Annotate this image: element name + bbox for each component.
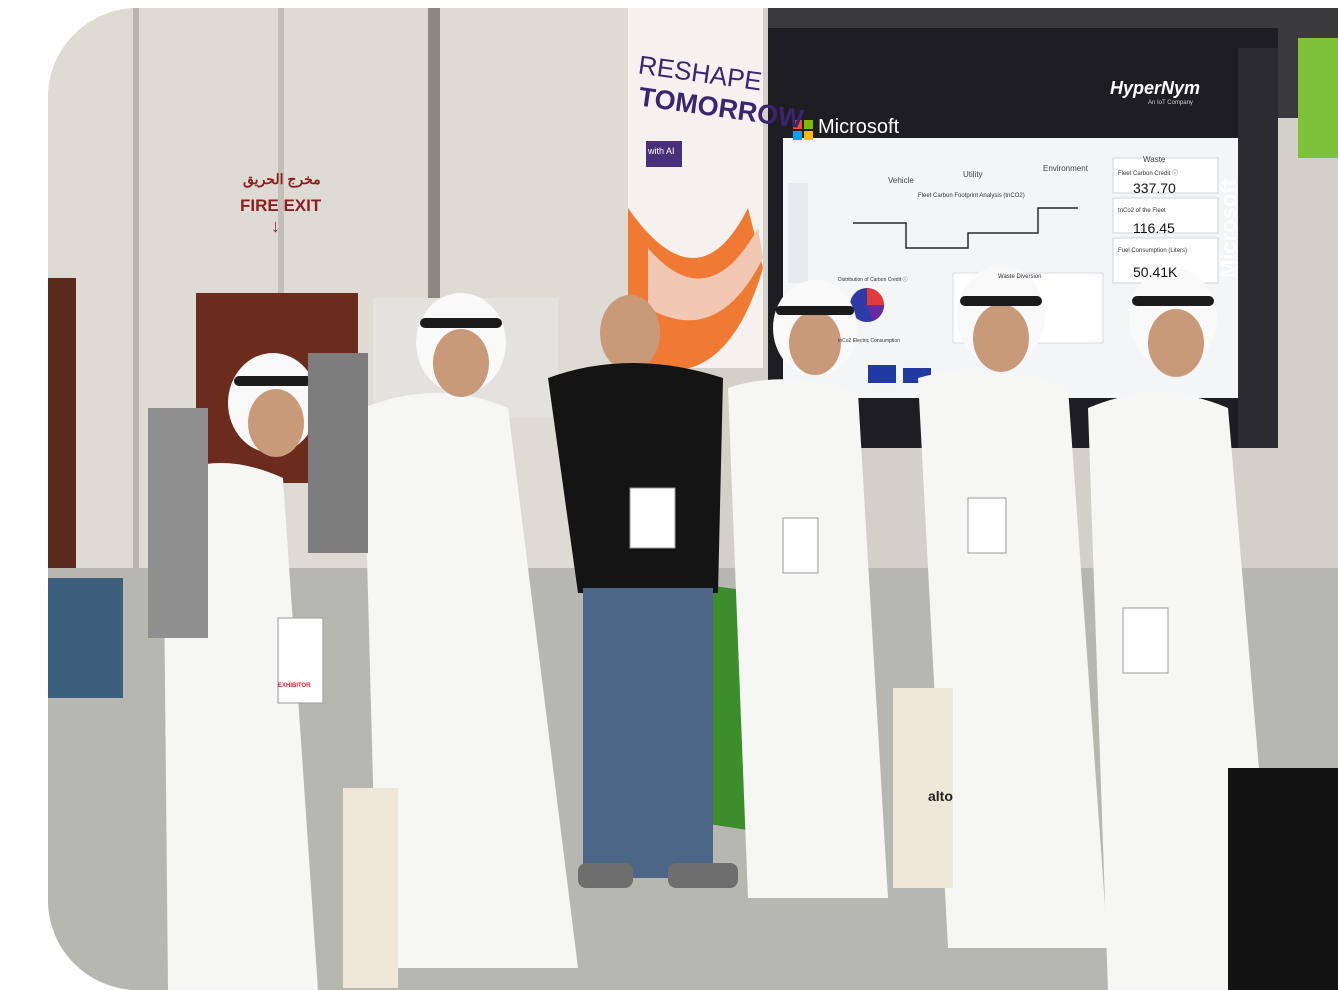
fire-exit-arabic: مخرج الحريق [243, 171, 321, 187]
kpi-label-fuel: Fuel Consumption (Liters) [1118, 248, 1188, 254]
chart-title: Fleet Carbon Footprint Analysis (tnCO2) [918, 193, 1025, 199]
tab-utility: Utility [963, 170, 983, 179]
kpi-value-tnco2: 116.45 [1133, 220, 1175, 236]
event-photo: مخرج الحريق FIRE EXIT ↓ RESHAPE TOMORROW… [48, 8, 1338, 990]
hypernym-subtitle: An IoT Company [1148, 100, 1193, 106]
panel-distribution-title: Distribution of Carbon Credit ⓘ [838, 277, 908, 283]
tote-bag-print: alto [928, 788, 953, 804]
banner-tag: with AI [648, 146, 675, 156]
kpi-label-carbon-credit: Fleet Carbon Credit ⓘ [1118, 171, 1179, 177]
kpi-value-fuel: 50.41K [1133, 264, 1178, 280]
panel-electric-title: tnCo2 Electric Consumption [838, 338, 900, 344]
kpi-value-carbon-credit: 337.70 [1133, 180, 1176, 196]
kpi-label-tnco2: tnCo2 of the Fleet [1118, 208, 1166, 214]
badge-exhibitor-label: EXHIBITOR [278, 683, 311, 689]
microsoft-wordmark: Microsoft [818, 116, 900, 138]
tab-vehicle: Vehicle [888, 176, 914, 185]
tab-waste: Waste [1143, 155, 1166, 164]
tab-environment: Environment [1043, 164, 1088, 173]
side-vertical-brand: Microsoft [1216, 179, 1241, 278]
hypernym-logo: HyperNym [1110, 78, 1201, 98]
fire-exit-label: FIRE EXIT [240, 196, 322, 215]
fire-exit-arrow-icon: ↓ [271, 216, 280, 236]
panel-waste-title: Waste Diversion [998, 274, 1042, 280]
